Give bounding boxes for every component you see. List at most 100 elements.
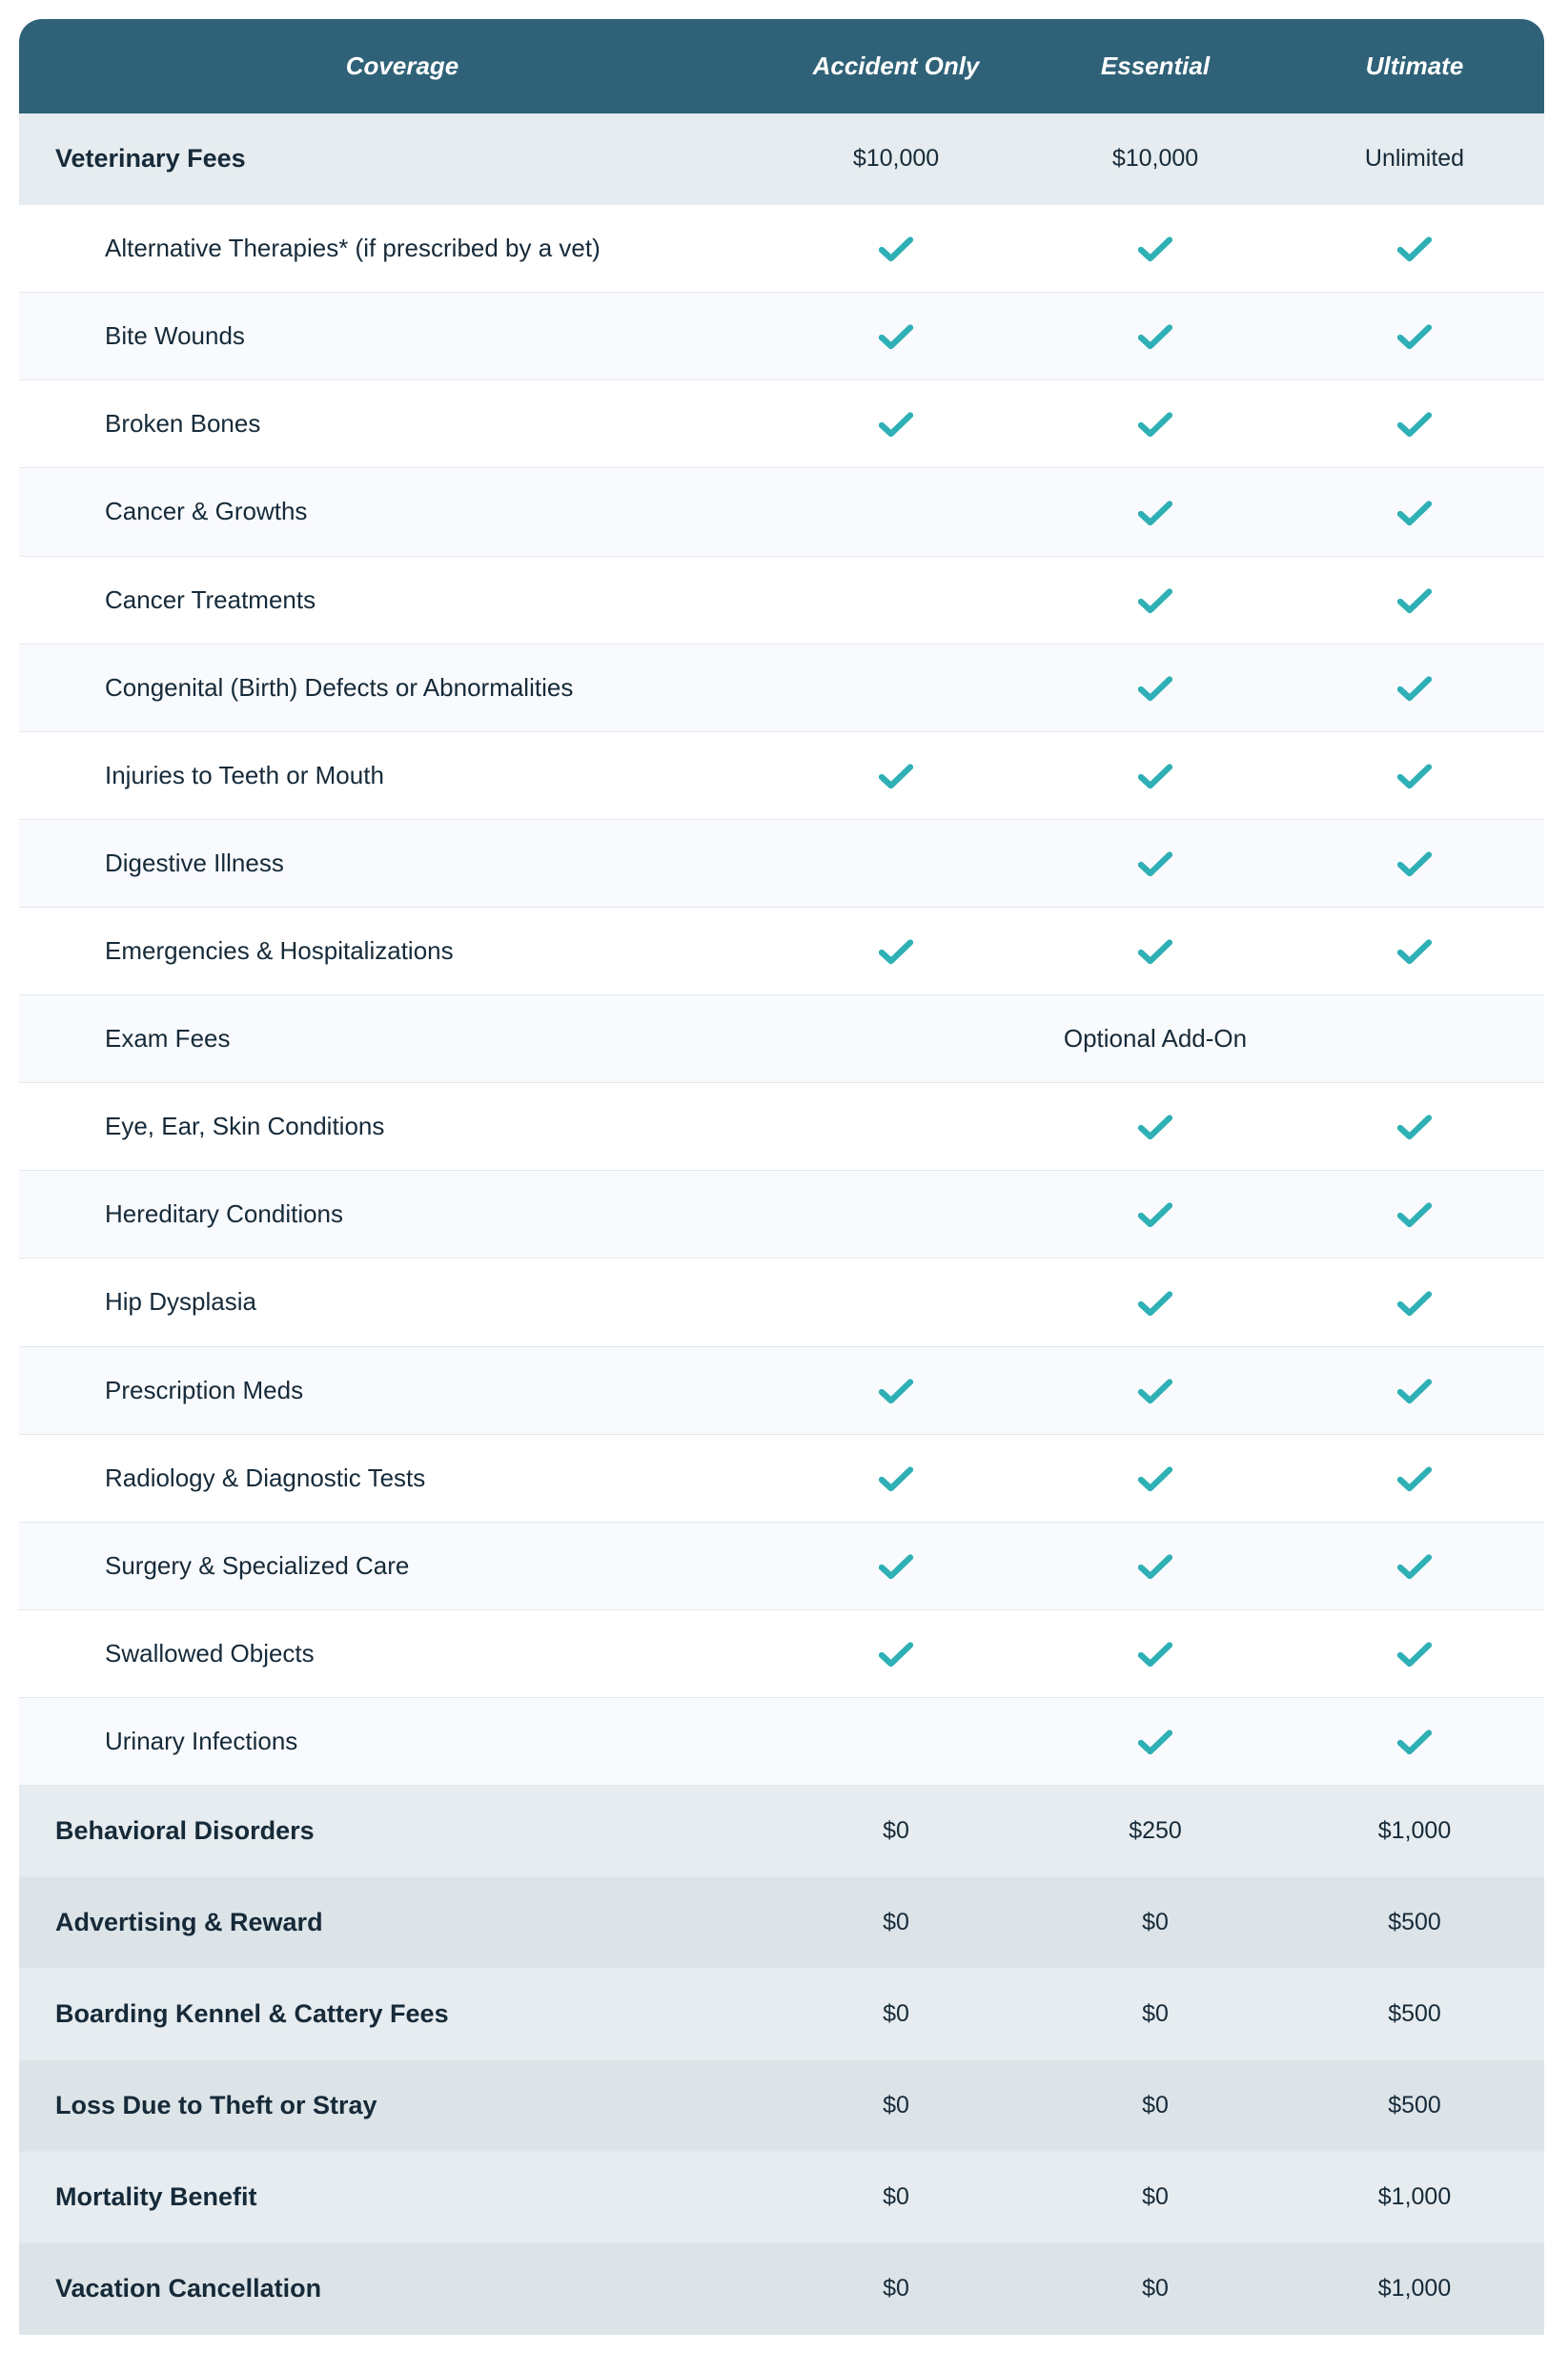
- section-label: Advertising & Reward: [19, 1877, 766, 1969]
- section-value: $0: [1026, 1877, 1285, 1969]
- sub-label: Broken Bones: [19, 380, 766, 468]
- sub-cell: [1285, 1698, 1544, 1786]
- sub-label: Urinary Infections: [19, 1698, 766, 1786]
- check-icon: [1138, 1730, 1172, 1756]
- sub-cell: [1285, 380, 1544, 468]
- sub-cell: [1026, 644, 1285, 731]
- sub-cell: [1026, 1259, 1285, 1346]
- check-icon: [879, 412, 913, 439]
- check-icon: [1138, 501, 1172, 527]
- sub-cell: [1026, 1609, 1285, 1697]
- check-icon: [1397, 1730, 1432, 1756]
- sub-cell: [766, 1434, 1026, 1522]
- sub-cell: [1285, 644, 1544, 731]
- sub-row: Radiology & Diagnostic Tests: [19, 1434, 1544, 1522]
- coverage-table: CoverageAccident OnlyEssentialUltimateVe…: [19, 19, 1544, 2335]
- section-value: $1,000: [1285, 2243, 1544, 2335]
- check-icon: [1138, 1554, 1172, 1581]
- sub-cell: [1026, 731, 1285, 819]
- sub-row: Hip Dysplasia: [19, 1259, 1544, 1346]
- sub-label: Alternative Therapies* (if prescribed by…: [19, 205, 766, 293]
- sub-cell: [1285, 1522, 1544, 1609]
- sub-cell: [1285, 1083, 1544, 1171]
- sub-row: Urinary Infections: [19, 1698, 1544, 1786]
- check-icon: [1138, 1202, 1172, 1229]
- sub-label: Surgery & Specialized Care: [19, 1522, 766, 1609]
- header-plan: Ultimate: [1285, 19, 1544, 113]
- sub-cell: [1026, 819, 1285, 907]
- sub-cell: [1026, 468, 1285, 556]
- section-row: Behavioral Disorders$0$250$1,000: [19, 1786, 1544, 1877]
- section-row: Mortality Benefit$0$0$1,000: [19, 2152, 1544, 2243]
- section-label: Vacation Cancellation: [19, 2243, 766, 2335]
- check-icon: [1397, 1379, 1432, 1405]
- sub-cell: [1285, 293, 1544, 380]
- check-icon: [1138, 1291, 1172, 1318]
- sub-cell: [1285, 908, 1544, 995]
- sub-cell: [1285, 556, 1544, 644]
- section-value: $0: [766, 1786, 1026, 1877]
- sub-row: Broken Bones: [19, 380, 1544, 468]
- header-coverage: Coverage: [19, 19, 766, 113]
- sub-cell: [1285, 819, 1544, 907]
- check-icon: [879, 764, 913, 790]
- sub-row: Eye, Ear, Skin Conditions: [19, 1083, 1544, 1171]
- sub-label: Cancer Treatments: [19, 556, 766, 644]
- section-value: $0: [1026, 2243, 1285, 2335]
- sub-cell: [766, 380, 1026, 468]
- section-value: $1,000: [1285, 2152, 1544, 2243]
- sub-cell: [766, 1522, 1026, 1609]
- header-plan: Accident Only: [766, 19, 1026, 113]
- sub-cell: [1285, 731, 1544, 819]
- check-icon: [1138, 851, 1172, 878]
- section-row: Loss Due to Theft or Stray$0$0$500: [19, 2060, 1544, 2152]
- sub-label: Swallowed Objects: [19, 1609, 766, 1697]
- section-value: $0: [1026, 2152, 1285, 2243]
- check-icon: [879, 939, 913, 966]
- check-icon: [1138, 236, 1172, 263]
- section-value: $1,000: [1285, 1786, 1544, 1877]
- sub-label: Hip Dysplasia: [19, 1259, 766, 1346]
- sub-row: Injuries to Teeth or Mouth: [19, 731, 1544, 819]
- check-icon: [1138, 588, 1172, 615]
- sub-row: Surgery & Specialized Care: [19, 1522, 1544, 1609]
- sub-row: Cancer & Growths: [19, 468, 1544, 556]
- sub-cell: [1285, 1259, 1544, 1346]
- section-value: $500: [1285, 2060, 1544, 2152]
- check-icon: [1138, 1115, 1172, 1141]
- sub-row: Digestive Illness: [19, 819, 1544, 907]
- section-value: $500: [1285, 1969, 1544, 2060]
- check-icon: [1397, 851, 1432, 878]
- header-plan: Essential: [1026, 19, 1285, 113]
- section-row: Veterinary Fees$10,000$10,000Unlimited: [19, 113, 1544, 205]
- check-icon: [1138, 1642, 1172, 1668]
- section-value: $250: [1026, 1786, 1285, 1877]
- sub-row: Prescription Meds: [19, 1346, 1544, 1434]
- section-row: Advertising & Reward$0$0$500: [19, 1877, 1544, 1969]
- sub-label: Congenital (Birth) Defects or Abnormalit…: [19, 644, 766, 731]
- sub-row: Alternative Therapies* (if prescribed by…: [19, 205, 1544, 293]
- sub-cell: [1026, 380, 1285, 468]
- section-row: Boarding Kennel & Cattery Fees$0$0$500: [19, 1969, 1544, 2060]
- sub-row: Congenital (Birth) Defects or Abnormalit…: [19, 644, 1544, 731]
- sub-cell: [766, 1609, 1026, 1697]
- check-icon: [1397, 1466, 1432, 1493]
- check-icon: [1397, 236, 1432, 263]
- check-icon: [1397, 501, 1432, 527]
- check-icon: [1138, 412, 1172, 439]
- sub-label: Emergencies & Hospitalizations: [19, 908, 766, 995]
- sub-cell: [1285, 1346, 1544, 1434]
- section-value: $0: [1026, 1969, 1285, 2060]
- sub-cell: [1026, 556, 1285, 644]
- sub-cell: [766, 1083, 1026, 1171]
- sub-cell: [1026, 293, 1285, 380]
- sub-cell: [1026, 1346, 1285, 1434]
- section-value: $0: [766, 2152, 1026, 2243]
- sub-row: Cancer Treatments: [19, 556, 1544, 644]
- check-icon: [1397, 676, 1432, 703]
- sub-span-value: Optional Add-On: [766, 995, 1544, 1083]
- check-icon: [1138, 676, 1172, 703]
- section-label: Loss Due to Theft or Stray: [19, 2060, 766, 2152]
- sub-cell: [1026, 1698, 1285, 1786]
- sub-row: Emergencies & Hospitalizations: [19, 908, 1544, 995]
